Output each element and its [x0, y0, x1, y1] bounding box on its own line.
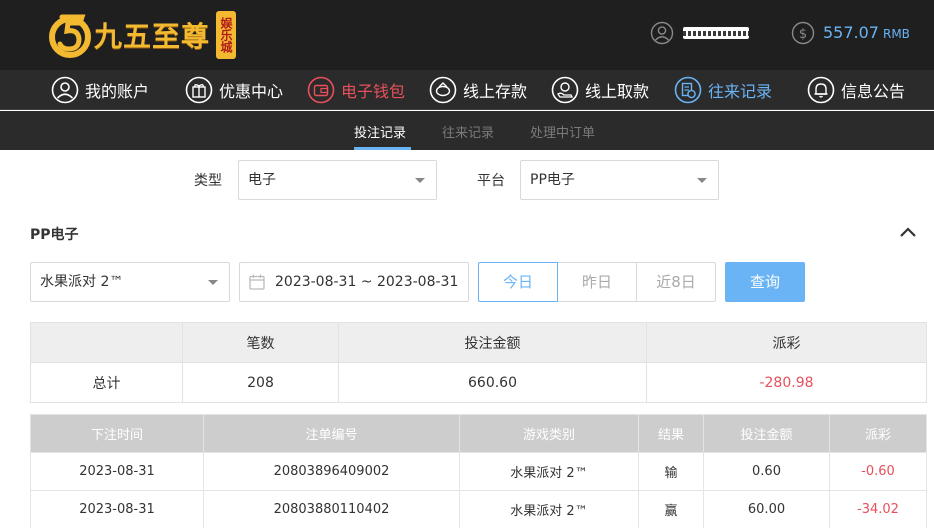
- withdraw-icon: [551, 76, 579, 104]
- tab-transaction-records[interactable]: 往来记录: [442, 122, 494, 141]
- nav-label: 线上存款: [463, 82, 528, 101]
- summary-total-label: 总计: [30, 362, 183, 403]
- cell-result: 赢: [638, 490, 704, 528]
- platform-select[interactable]: PP电子: [520, 160, 719, 200]
- summary-header-payout: 派彩: [646, 322, 927, 363]
- tab-bet-records[interactable]: 投注记录: [354, 122, 406, 141]
- header-bet-amount: 投注金额: [703, 414, 830, 453]
- table-row[interactable]: 2023-08-31 20803880110402 水果派对 2™ 赢 60.0…: [30, 490, 927, 528]
- sub-nav: 投注记录 往来记录 处理中订单: [0, 111, 934, 150]
- type-select-value: 电子: [248, 172, 276, 188]
- user-circle-icon: [51, 76, 79, 104]
- cell-game-type: 水果派对 2™: [459, 490, 639, 528]
- cell-bet-time: 2023-08-31: [30, 452, 204, 491]
- nav-transaction-records[interactable]: 往来记录: [674, 76, 772, 104]
- header-bet-time: 下注时间: [30, 414, 204, 453]
- wallet-icon: [307, 76, 335, 104]
- bell-icon: [807, 76, 835, 104]
- cell-bet-amount: 0.60: [703, 452, 830, 491]
- platform-label: 平台: [477, 173, 505, 189]
- chevron-down-icon: [415, 178, 425, 183]
- tab-pending-orders[interactable]: 处理中订单: [530, 122, 595, 141]
- main-nav: 我的账户 优惠中心 电子钱包 线上存款 线上取款 往来记录 信息公告: [0, 70, 934, 110]
- balance-currency: RMB: [882, 27, 910, 41]
- nav-online-withdraw[interactable]: 线上取款: [551, 76, 649, 104]
- bet-records-table: 下注时间 注单编号 游戏类别 结果 投注金额 派彩 2023-08-31 208…: [30, 414, 927, 528]
- header-payout: 派彩: [829, 414, 927, 453]
- nav-e-wallet[interactable]: 电子钱包: [307, 76, 405, 104]
- cell-payout: -0.60: [829, 452, 927, 491]
- balance-amount: 557.07: [823, 23, 879, 42]
- nav-promotions[interactable]: 优惠中心: [185, 76, 283, 104]
- header-game-type: 游戏类别: [459, 414, 639, 453]
- account-balance: 557.07 RMB: [823, 23, 910, 42]
- svg-text:$: $: [799, 27, 807, 42]
- date-range-picker[interactable]: 2023-08-31 ~ 2023-08-31: [239, 262, 469, 302]
- nav-label: 优惠中心: [219, 82, 284, 101]
- summary-header-row: 笔数 投注金额 派彩: [30, 322, 927, 363]
- cell-bet-amount: 60.00: [703, 490, 830, 528]
- calendar-icon: [249, 274, 265, 290]
- nav-label: 线上取款: [585, 82, 650, 101]
- brand-badge: 娱乐城: [216, 11, 237, 59]
- deposit-icon: [429, 76, 457, 104]
- nav-label: 电子钱包: [341, 82, 406, 101]
- cell-order-number: 20803880110402: [203, 490, 460, 528]
- summary-header-count: 笔数: [182, 322, 339, 363]
- nav-my-account[interactable]: 我的账户: [51, 76, 149, 104]
- summary-total-payout: -280.98: [646, 362, 927, 403]
- gift-icon: [185, 76, 213, 104]
- cell-order-number: 20803896409002: [203, 452, 460, 491]
- type-label: 类型: [194, 173, 222, 189]
- header-order-number: 注单编号: [203, 414, 460, 453]
- section-title: PP电子: [30, 227, 79, 243]
- brand-name: 九五至尊: [94, 20, 211, 53]
- range-last-8-days-button[interactable]: 近8日: [636, 262, 716, 302]
- nav-label: 往来记录: [708, 82, 773, 101]
- summary-header-blank: [30, 322, 183, 363]
- type-select[interactable]: 电子: [238, 160, 437, 200]
- nav-announcements[interactable]: 信息公告: [807, 76, 905, 104]
- logo-mark-icon: [49, 14, 91, 58]
- nav-online-deposit[interactable]: 线上存款: [429, 76, 527, 104]
- username[interactable]: xxxxxxxx: [683, 27, 749, 39]
- summary-header-bet: 投注金额: [338, 322, 647, 363]
- summary-total-row: 总计 208 660.60 -280.98: [30, 362, 927, 403]
- active-tab-indicator: [354, 147, 411, 150]
- game-select-value: 水果派对 2™: [40, 274, 124, 290]
- game-select[interactable]: 水果派对 2™: [30, 262, 230, 302]
- nav-label: 我的账户: [85, 82, 150, 101]
- query-button[interactable]: 查询: [725, 262, 805, 302]
- summary-total-count: 208: [182, 362, 339, 403]
- dollar-coin-icon: $: [791, 21, 815, 45]
- table-row[interactable]: 2023-08-31 20803896409002 水果派对 2™ 输 0.60…: [30, 452, 927, 491]
- cell-result: 输: [638, 452, 704, 491]
- header-result: 结果: [638, 414, 704, 453]
- chevron-down-icon: [697, 178, 707, 183]
- cell-payout: -34.02: [829, 490, 927, 528]
- range-yesterday-button[interactable]: 昨日: [557, 262, 637, 302]
- user-icon[interactable]: [650, 21, 674, 45]
- chevron-up-icon[interactable]: [898, 224, 918, 240]
- records-header-row: 下注时间 注单编号 游戏类别 结果 投注金额 派彩: [30, 414, 927, 453]
- records-icon: [674, 76, 702, 104]
- nav-label: 信息公告: [841, 82, 906, 101]
- summary-table: 笔数 投注金额 派彩 总计 208 660.60 -280.98: [30, 322, 927, 403]
- top-header: 九五至尊 娱乐城 xxxxxxxx $ 557.07RMB: [0, 0, 934, 70]
- platform-select-value: PP电子: [530, 172, 575, 188]
- date-range-value: 2023-08-31 ~ 2023-08-31: [275, 274, 459, 290]
- cell-game-type: 水果派对 2™: [459, 452, 639, 491]
- summary-total-bet: 660.60: [338, 362, 647, 403]
- range-today-button[interactable]: 今日: [478, 262, 558, 302]
- chevron-down-icon: [208, 280, 218, 285]
- cell-bet-time: 2023-08-31: [30, 490, 204, 528]
- brand-logo[interactable]: 九五至尊 娱乐城: [48, 9, 237, 61]
